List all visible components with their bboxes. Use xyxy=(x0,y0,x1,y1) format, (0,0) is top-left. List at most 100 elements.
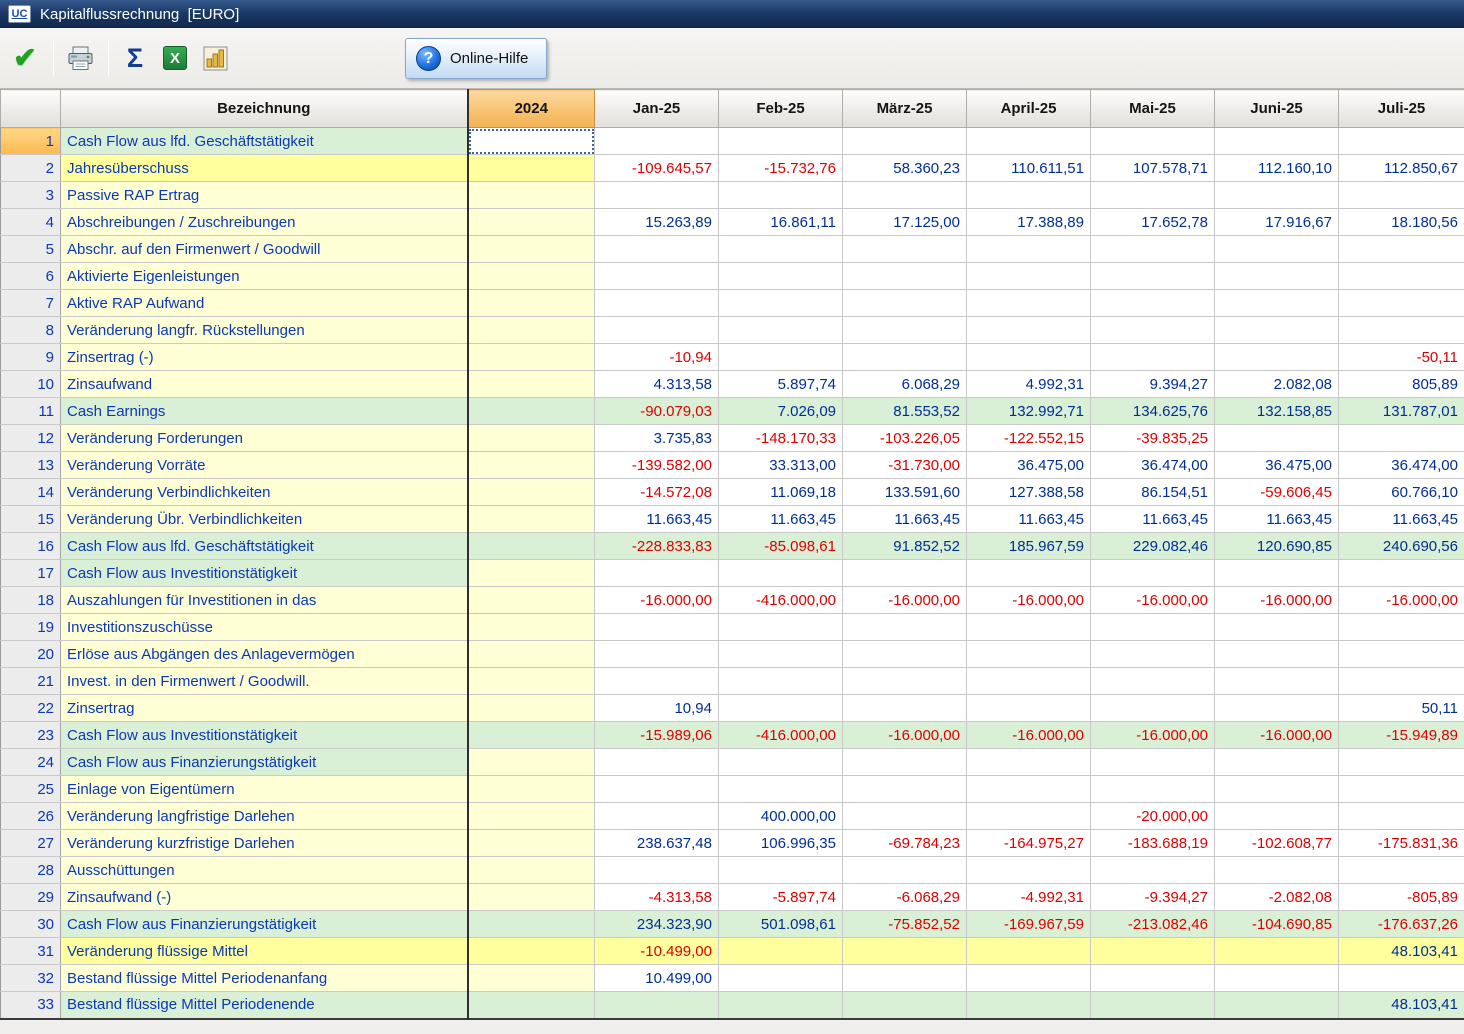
value-cell[interactable]: -16.000,00 xyxy=(967,722,1091,749)
value-cell[interactable]: -9.394,27 xyxy=(1091,884,1215,911)
value-cell[interactable]: 91.852,52 xyxy=(843,533,967,560)
column-header-jan-25[interactable]: Jan-25 xyxy=(595,90,719,128)
value-cell[interactable] xyxy=(595,560,719,587)
cell-2024[interactable] xyxy=(468,236,595,263)
value-cell[interactable] xyxy=(719,938,843,965)
value-cell[interactable]: 17.388,89 xyxy=(967,209,1091,236)
row-number[interactable]: 22 xyxy=(1,695,61,722)
value-cell[interactable]: 229.082,46 xyxy=(1091,533,1215,560)
cell-2024[interactable] xyxy=(468,155,595,182)
row-number[interactable]: 19 xyxy=(1,614,61,641)
value-cell[interactable] xyxy=(1339,965,1464,992)
value-cell[interactable]: 131.787,01 xyxy=(1339,398,1464,425)
cell-2024[interactable] xyxy=(468,722,595,749)
value-cell[interactable]: 3.735,83 xyxy=(595,425,719,452)
value-cell[interactable] xyxy=(1091,344,1215,371)
value-cell[interactable] xyxy=(1339,668,1464,695)
row-number[interactable]: 7 xyxy=(1,290,61,317)
value-cell[interactable] xyxy=(1091,290,1215,317)
value-cell[interactable]: -183.688,19 xyxy=(1091,830,1215,857)
value-cell[interactable]: 2.082,08 xyxy=(1215,371,1339,398)
row-label[interactable]: Zinsertrag (-) xyxy=(61,344,468,371)
value-cell[interactable] xyxy=(595,263,719,290)
value-cell[interactable]: -5.897,74 xyxy=(719,884,843,911)
value-cell[interactable] xyxy=(1215,857,1339,884)
row-label[interactable]: Veränderung langfr. Rückstellungen xyxy=(61,317,468,344)
value-cell[interactable] xyxy=(1091,938,1215,965)
row-label[interactable]: Aktivierte Eigenleistungen xyxy=(61,263,468,290)
value-cell[interactable] xyxy=(719,263,843,290)
value-cell[interactable]: 48.103,41 xyxy=(1339,992,1464,1019)
value-cell[interactable] xyxy=(1091,668,1215,695)
value-cell[interactable] xyxy=(967,290,1091,317)
value-cell[interactable]: 58.360,23 xyxy=(843,155,967,182)
value-cell[interactable] xyxy=(719,317,843,344)
cell-2024[interactable] xyxy=(468,911,595,938)
row-label[interactable]: Abschr. auf den Firmenwert / Goodwill xyxy=(61,236,468,263)
value-cell[interactable]: 17.652,78 xyxy=(1091,209,1215,236)
value-cell[interactable]: 10.499,00 xyxy=(595,965,719,992)
value-cell[interactable]: 6.068,29 xyxy=(843,371,967,398)
value-cell[interactable]: 33.313,00 xyxy=(719,452,843,479)
value-cell[interactable]: 112.850,67 xyxy=(1339,155,1464,182)
cell-2024[interactable] xyxy=(468,641,595,668)
value-cell[interactable] xyxy=(1339,560,1464,587)
value-cell[interactable]: -4.313,58 xyxy=(595,884,719,911)
value-cell[interactable]: 11.663,45 xyxy=(595,506,719,533)
cell-2024[interactable] xyxy=(468,803,595,830)
cell-2024[interactable] xyxy=(468,830,595,857)
value-cell[interactable]: 7.026,09 xyxy=(719,398,843,425)
value-cell[interactable]: -176.637,26 xyxy=(1339,911,1464,938)
value-cell[interactable]: 10,94 xyxy=(595,695,719,722)
row-number[interactable]: 11 xyxy=(1,398,61,425)
cell-2024[interactable] xyxy=(468,425,595,452)
value-cell[interactable]: 185.967,59 xyxy=(967,533,1091,560)
value-cell[interactable] xyxy=(719,668,843,695)
value-cell[interactable]: -90.079,03 xyxy=(595,398,719,425)
row-label[interactable]: Aktive RAP Aufwand xyxy=(61,290,468,317)
row-number[interactable]: 32 xyxy=(1,965,61,992)
print-button[interactable] xyxy=(61,39,99,77)
cell-2024[interactable] xyxy=(468,344,595,371)
value-cell[interactable] xyxy=(967,992,1091,1019)
value-cell[interactable]: 4.992,31 xyxy=(967,371,1091,398)
column-header-juni-25[interactable]: Juni-25 xyxy=(1215,90,1339,128)
row-number[interactable]: 6 xyxy=(1,263,61,290)
value-cell[interactable] xyxy=(719,695,843,722)
row-label[interactable]: Invest. in den Firmenwert / Goodwill. xyxy=(61,668,468,695)
value-cell[interactable] xyxy=(595,236,719,263)
value-cell[interactable] xyxy=(1339,317,1464,344)
column-header-bezeichnung[interactable]: Bezeichnung xyxy=(61,90,468,128)
value-cell[interactable] xyxy=(719,749,843,776)
value-cell[interactable] xyxy=(1339,614,1464,641)
row-label[interactable]: Zinsaufwand xyxy=(61,371,468,398)
value-cell[interactable]: -139.582,00 xyxy=(595,452,719,479)
row-label[interactable]: Veränderung kurzfristige Darlehen xyxy=(61,830,468,857)
row-number[interactable]: 12 xyxy=(1,425,61,452)
column-header-feb-25[interactable]: Feb-25 xyxy=(719,90,843,128)
value-cell[interactable]: -75.852,52 xyxy=(843,911,967,938)
value-cell[interactable] xyxy=(967,857,1091,884)
row-number[interactable]: 24 xyxy=(1,749,61,776)
row-number[interactable]: 16 xyxy=(1,533,61,560)
value-cell[interactable] xyxy=(843,317,967,344)
value-cell[interactable]: 11.663,45 xyxy=(843,506,967,533)
row-number[interactable]: 1 xyxy=(1,128,61,155)
column-header-juli-25[interactable]: Juli-25 xyxy=(1339,90,1464,128)
row-label[interactable]: Cash Flow aus Investitionstätigkeit xyxy=(61,722,468,749)
value-cell[interactable] xyxy=(843,668,967,695)
value-cell[interactable]: 60.766,10 xyxy=(1339,479,1464,506)
value-cell[interactable]: 17.916,67 xyxy=(1215,209,1339,236)
value-cell[interactable] xyxy=(843,965,967,992)
value-cell[interactable]: -15.732,76 xyxy=(719,155,843,182)
cell-2024[interactable] xyxy=(468,452,595,479)
excel-export-button[interactable]: X xyxy=(156,39,194,77)
value-cell[interactable] xyxy=(1339,128,1464,155)
value-cell[interactable]: -15.989,06 xyxy=(595,722,719,749)
value-cell[interactable]: 36.474,00 xyxy=(1091,452,1215,479)
row-number[interactable]: 23 xyxy=(1,722,61,749)
value-cell[interactable] xyxy=(595,317,719,344)
value-cell[interactable]: -69.784,23 xyxy=(843,830,967,857)
row-number[interactable]: 25 xyxy=(1,776,61,803)
value-cell[interactable] xyxy=(1215,668,1339,695)
